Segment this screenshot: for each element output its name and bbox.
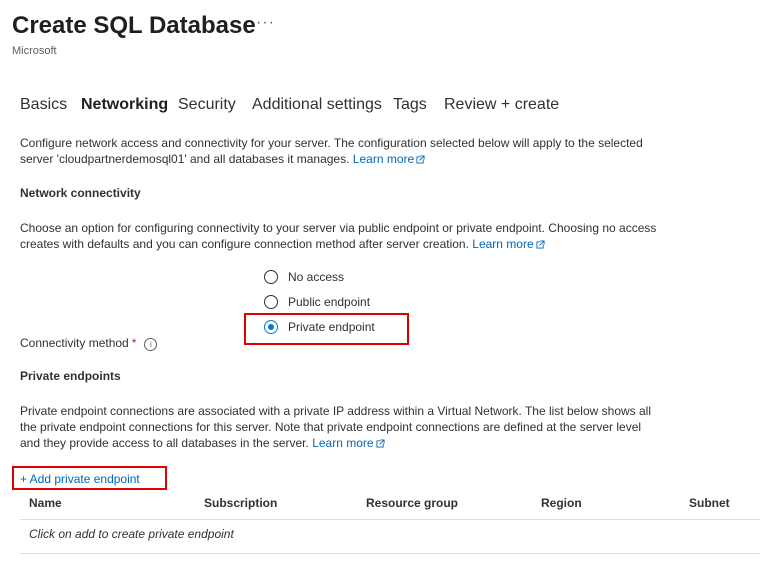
column-header-subscription[interactable]: Subscription [204, 496, 277, 510]
column-header-resource-group[interactable]: Resource group [366, 496, 458, 510]
page-title: Create SQL Database [12, 12, 256, 39]
column-header-region[interactable]: Region [541, 496, 582, 510]
info-icon[interactable]: i [144, 338, 158, 351]
connectivity-method-label: Connectivity method * i [20, 335, 158, 351]
tab-networking[interactable]: Networking [81, 96, 168, 118]
radio-no-access[interactable]: No access [264, 270, 344, 284]
private-endpoints-learn-more-link[interactable]: Learn more [312, 436, 385, 450]
table-bottom-divider [20, 553, 760, 554]
radio-public-endpoint[interactable]: Public endpoint [264, 295, 370, 309]
intro-learn-more-link[interactable]: Learn more [353, 152, 425, 166]
private-endpoints-description: Private endpoint connections are associa… [20, 404, 651, 450]
external-link-icon [416, 155, 425, 164]
network-connectivity-heading: Network connectivity [20, 186, 141, 200]
intro-text: Configure network access and connectivit… [20, 136, 643, 166]
radio-button[interactable] [264, 295, 278, 309]
table-header-divider [20, 519, 760, 520]
page-subtitle: Microsoft [12, 45, 57, 57]
tab-review-create[interactable]: Review + create [444, 96, 559, 118]
tab-tags[interactable]: Tags [393, 96, 427, 118]
required-asterisk: * [131, 336, 137, 350]
table-empty-message: Click on add to create private endpoint [29, 527, 234, 541]
highlight-box-private-endpoint [244, 313, 409, 345]
external-link-icon [376, 439, 385, 448]
add-private-endpoint-button[interactable]: + Add private endpoint [20, 471, 140, 487]
private-endpoints-heading: Private endpoints [20, 369, 121, 383]
tab-bar: Basics Networking Security Additional se… [20, 96, 760, 116]
column-header-subnet[interactable]: Subnet [689, 496, 730, 510]
tab-basics[interactable]: Basics [20, 96, 67, 118]
external-link-icon [536, 240, 545, 249]
tab-additional-settings[interactable]: Additional settings [252, 96, 382, 118]
radio-button[interactable] [264, 270, 278, 284]
tab-security[interactable]: Security [178, 96, 236, 118]
column-header-name[interactable]: Name [29, 496, 62, 510]
network-connectivity-description: Choose an option for configuring connect… [20, 221, 657, 251]
connectivity-learn-more-link[interactable]: Learn more [472, 237, 545, 251]
more-options-button[interactable]: ··· [256, 14, 275, 32]
